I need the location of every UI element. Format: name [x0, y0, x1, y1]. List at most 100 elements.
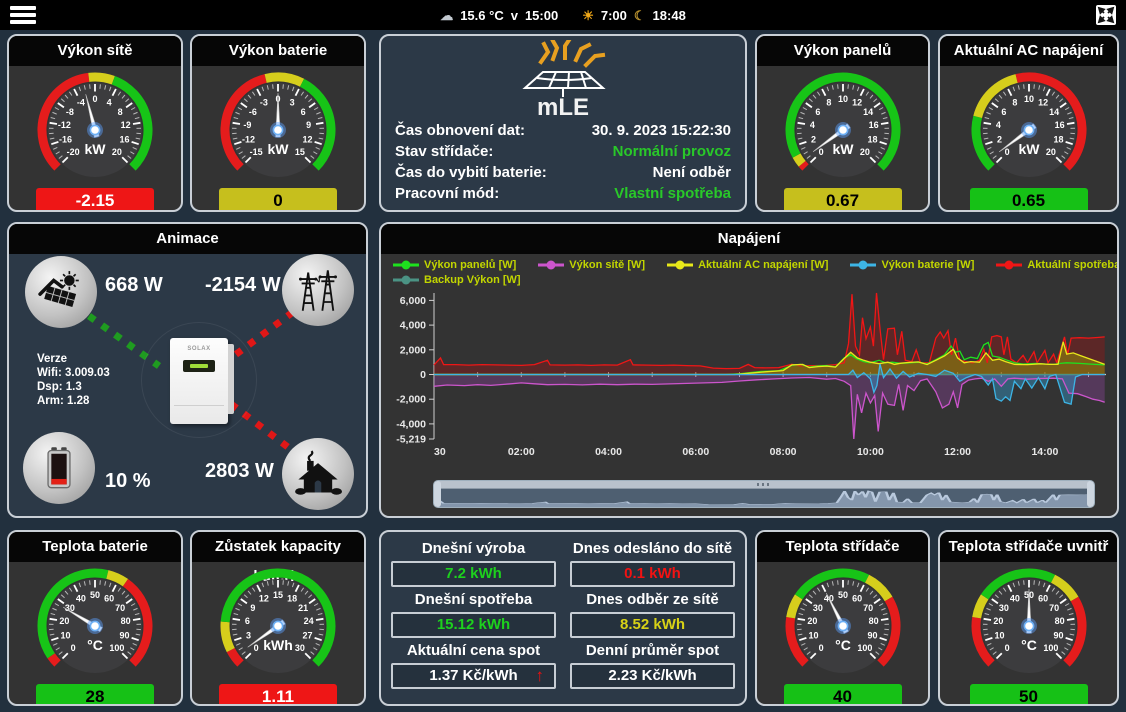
battery-soc-value: 10 % — [105, 470, 151, 493]
legend-label: Aktuální AC napájení [W] — [698, 259, 828, 271]
legend-item[interactable]: Výkon panelů [W] — [393, 259, 516, 271]
svg-text:12: 12 — [121, 120, 131, 130]
power-grid-icon — [282, 254, 354, 326]
svg-text:14: 14 — [863, 107, 873, 117]
svg-text:80: 80 — [1054, 616, 1064, 626]
info-label: Pracovní mód: — [395, 183, 499, 204]
gauge-value: 0.65 — [970, 188, 1088, 212]
stat-value: 7.2 kWh — [391, 561, 556, 587]
legend-item[interactable]: Aktuální AC napájení [W] — [667, 259, 828, 271]
svg-text:kW: kW — [1018, 141, 1040, 157]
svg-text:100: 100 — [1043, 643, 1058, 653]
svg-text:14:00: 14:00 — [1031, 446, 1058, 458]
svg-text:0: 0 — [420, 369, 426, 381]
svg-text:18: 18 — [867, 135, 877, 145]
svg-text:02:00: 02:00 — [508, 446, 535, 458]
animation-panel: Animace — [7, 222, 368, 518]
gauge-value: 50 — [970, 684, 1088, 706]
gauge-value: -2.15 — [36, 188, 154, 212]
svg-text:kW: kW — [268, 141, 290, 157]
svg-text:30: 30 — [434, 446, 446, 458]
panel-title: Napájení — [381, 224, 1117, 254]
stat-item: Dnes odesláno do sítě0.1 kWh — [570, 538, 735, 587]
svg-text:12: 12 — [259, 593, 269, 603]
status-rows: Čas obnovení dat:30. 9. 2023 15:22:30 St… — [381, 118, 745, 204]
gauge-inverter-inner-temp: Teplota střídače uvnitř01020304050607080… — [938, 530, 1119, 706]
gauge-dial: -15-12-9-6-303691215kW — [190, 66, 366, 187]
scrollbar-grip[interactable] — [434, 481, 1094, 489]
fullscreen-icon[interactable] — [1096, 5, 1116, 25]
scrollbar-handle-left[interactable] — [434, 481, 441, 507]
svg-text:06:00: 06:00 — [682, 446, 709, 458]
grid-power-value: -2154 W — [205, 274, 281, 297]
svg-text:2: 2 — [996, 135, 1001, 145]
gauge-title: Výkon panelů — [757, 36, 928, 66]
svg-text:12: 12 — [852, 97, 862, 107]
svg-text:14: 14 — [1049, 107, 1059, 117]
stat-item: Dnešní spotřeba15.12 kWh — [391, 589, 556, 638]
legend-item[interactable]: Výkon baterie [W] — [850, 259, 974, 271]
chart-range-scrollbar[interactable] — [433, 480, 1095, 508]
sunset-icon: ☾ — [634, 9, 646, 22]
scrollbar-handle-right[interactable] — [1087, 481, 1094, 507]
svg-text:-9: -9 — [243, 120, 251, 130]
panel-title: Animace — [9, 224, 366, 254]
legend-marker — [850, 260, 876, 270]
svg-text:4,000: 4,000 — [400, 320, 426, 332]
svg-text:80: 80 — [121, 616, 131, 626]
svg-text:18: 18 — [287, 593, 297, 603]
legend-item[interactable]: Výkon sítě [W] — [538, 259, 645, 271]
legend-item[interactable]: Aktuální spotřeba [W] — [996, 259, 1119, 271]
sunrise-time: 7:00 — [601, 8, 627, 23]
svg-text:0: 0 — [818, 643, 823, 653]
inverter-image: SOLAX — [170, 338, 228, 424]
svg-text:40: 40 — [1009, 593, 1019, 603]
legend-label: Výkon sítě [W] — [569, 259, 645, 271]
svg-text:6: 6 — [301, 107, 306, 117]
svg-text:3: 3 — [290, 97, 295, 107]
gauge-title: Teplota baterie — [9, 532, 181, 562]
version-info: Verze Wifi: 3.009.03 Dsp: 1.3 Arm: 1.28 — [37, 352, 110, 408]
svg-text:08:00: 08:00 — [770, 446, 797, 458]
svg-text:16: 16 — [119, 135, 129, 145]
gauge-title: Teplota střídače uvnitř — [940, 532, 1117, 562]
svg-text:10:00: 10:00 — [857, 446, 884, 458]
power-chart[interactable]: 6,0004,0002,0000-2,000-4,000-5,2193002:0… — [384, 289, 1114, 461]
gauge-title: Výkon baterie — [192, 36, 364, 66]
weather-temp: 15.6 °C — [460, 8, 504, 23]
svg-text:70: 70 — [115, 603, 125, 613]
svg-text:-8: -8 — [66, 107, 74, 117]
legend-label: Backup Výkon [W] — [424, 274, 521, 286]
gauge-dial: -20-16-12-8-4048121620kW — [7, 66, 183, 187]
svg-text:20: 20 — [807, 616, 817, 626]
gauge-inverter-temp: Teplota střídače0102030405060708090100°C… — [755, 530, 930, 706]
svg-text:kW: kW — [832, 141, 854, 157]
legend-item[interactable]: Backup Výkon [W] — [393, 274, 521, 286]
gauge-dial: 0102030405060708090100°C — [941, 562, 1117, 683]
stat-value: 15.12 kWh — [391, 612, 556, 638]
gauge-title: Teplota střídače — [757, 532, 928, 562]
stat-label: Dnes odběr ze sítě — [570, 589, 735, 611]
svg-text:0: 0 — [254, 643, 259, 653]
svg-text:0: 0 — [71, 643, 76, 653]
chart-legend: Výkon panelů [W] Výkon sítě [W] Aktuální A… — [381, 254, 1117, 286]
svg-text:100: 100 — [857, 643, 872, 653]
legend-marker — [538, 260, 564, 270]
svg-text:-2,000: -2,000 — [396, 394, 426, 406]
svg-text:0: 0 — [1004, 643, 1009, 653]
legend-marker — [393, 275, 419, 285]
house-power-value: 2803 W — [205, 460, 274, 483]
svg-text:2: 2 — [810, 135, 815, 145]
inverter-state: Normální provoz — [613, 141, 731, 162]
logo-text: mLE — [537, 94, 589, 118]
stat-value: 2.23 Kč/kWh — [570, 663, 735, 689]
svg-text:100: 100 — [109, 643, 124, 653]
gauge-panel-power: Výkon panelů02468101214161820kW0.67 — [755, 34, 930, 212]
svg-text:40: 40 — [76, 593, 86, 603]
svg-text:70: 70 — [863, 603, 873, 613]
svg-text:6: 6 — [815, 107, 820, 117]
topbar-status: ☁ 15.6 °C v 15:00 ☀ 7:00 ☾ 18:48 — [0, 0, 1126, 30]
gauge-title: Aktuální AC napájení — [940, 36, 1117, 66]
svg-text:20: 20 — [993, 616, 1003, 626]
info-label: Čas do vybití baterie: — [395, 162, 547, 183]
